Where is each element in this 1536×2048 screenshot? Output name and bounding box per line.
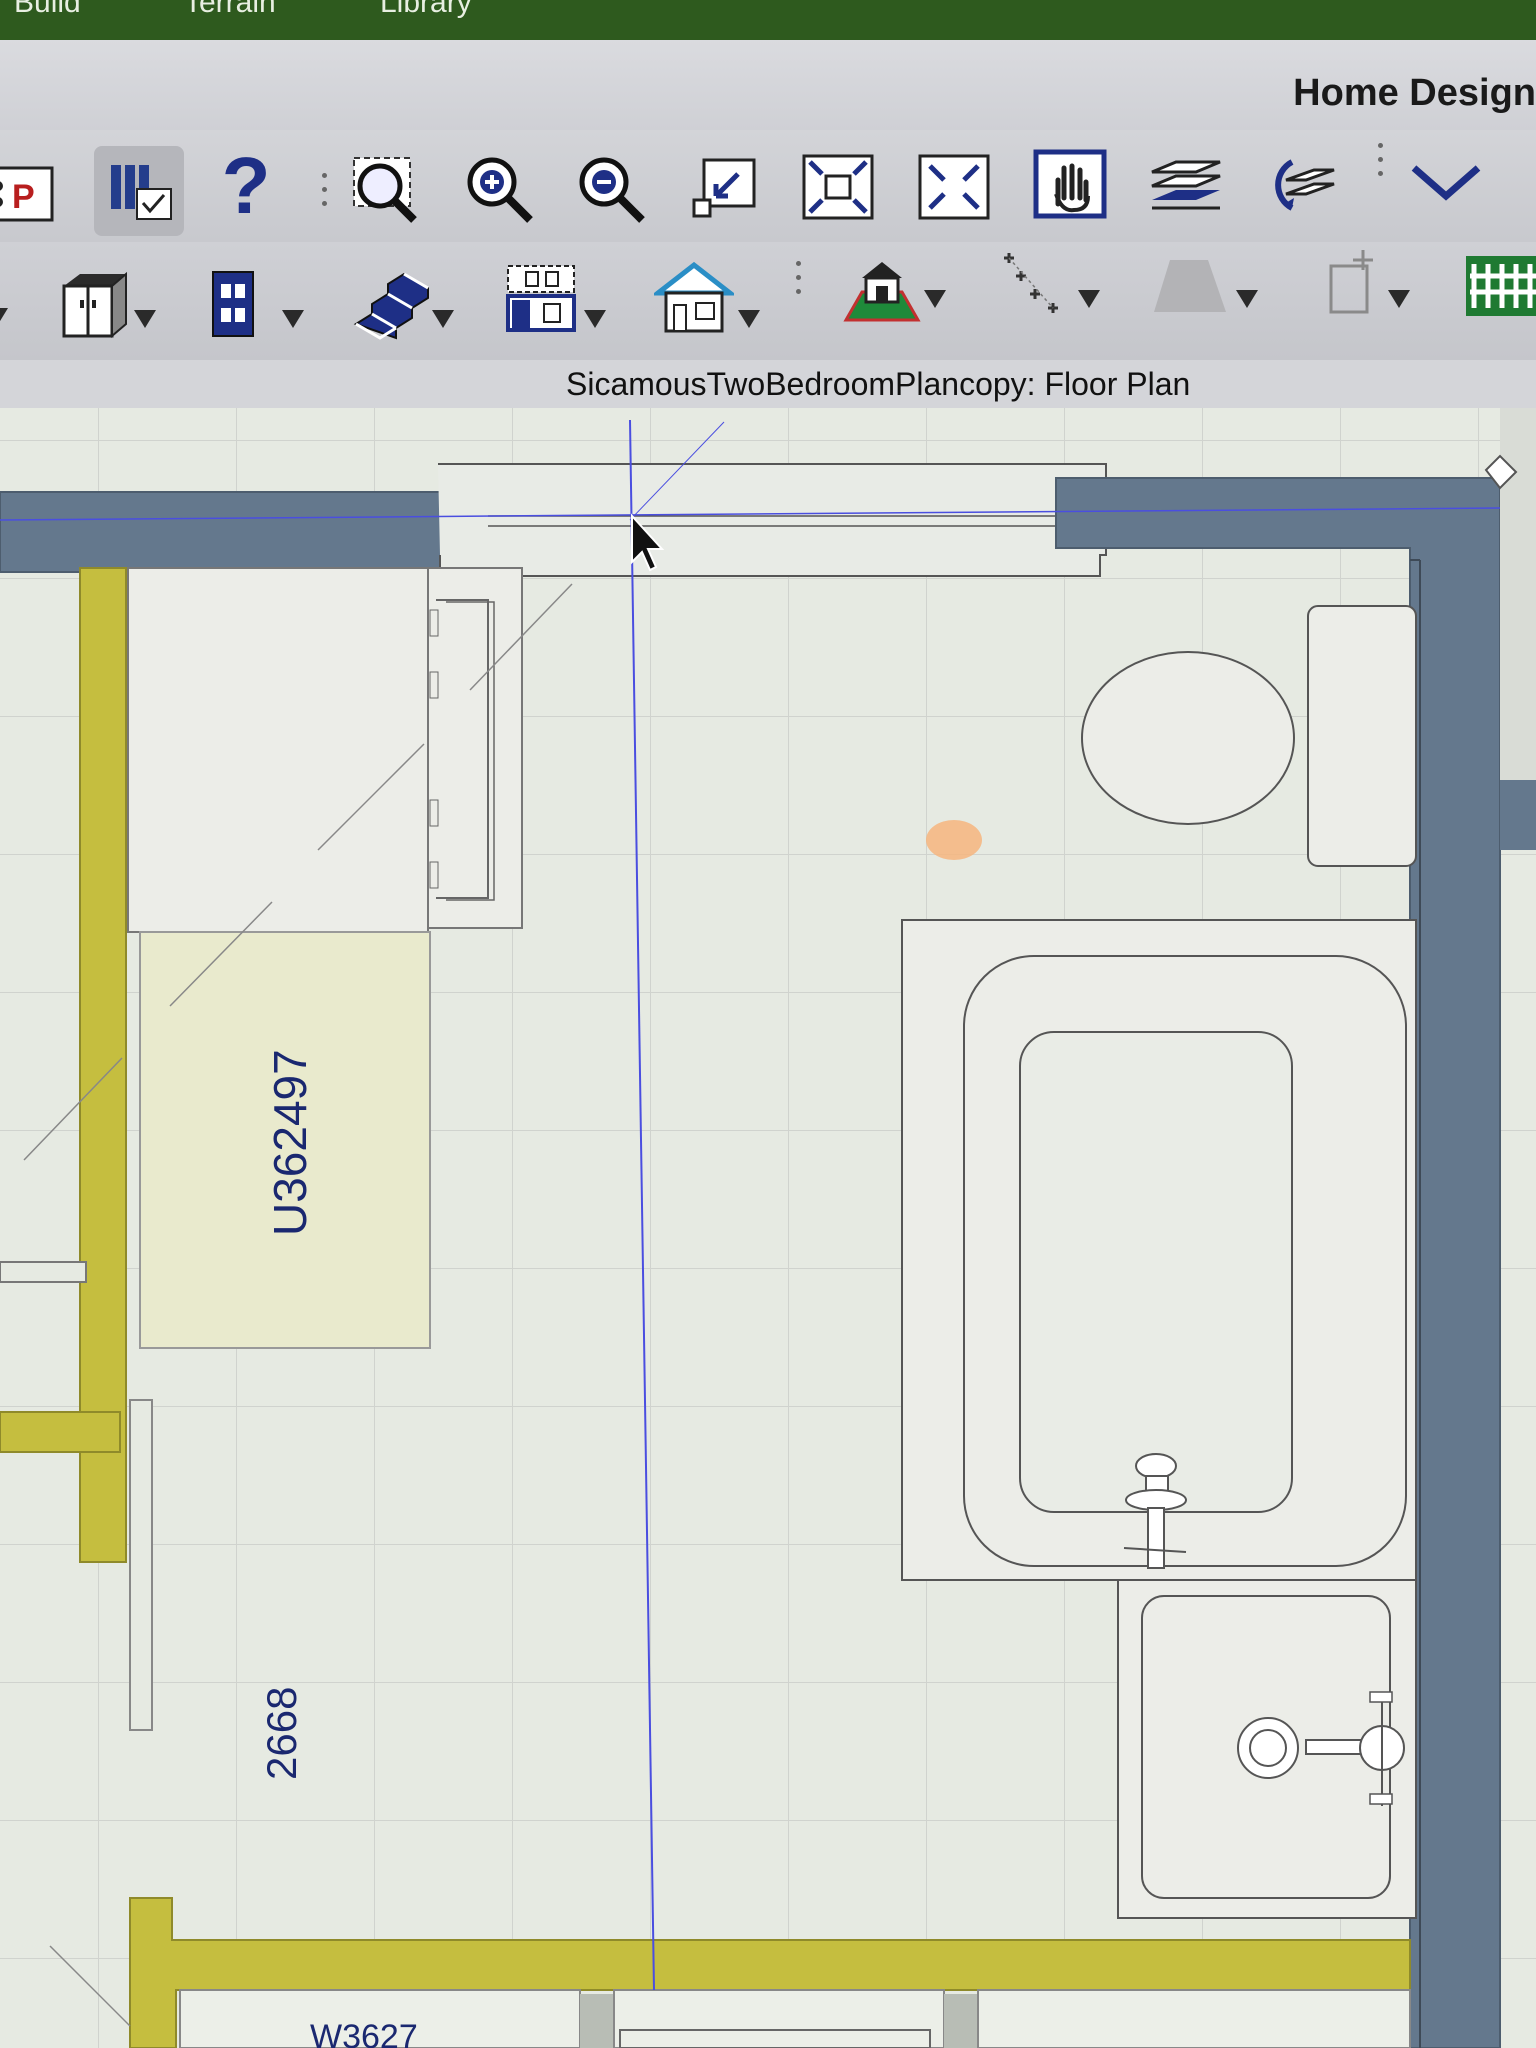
railing-tool-button[interactable] (1464, 244, 1536, 324)
cabinet-code-label[interactable]: U362497 (264, 1049, 316, 1236)
dropdown-caret[interactable] (0, 308, 8, 326)
cabinet-tool-button[interactable] (54, 264, 134, 344)
window-opening[interactable] (438, 463, 1107, 577)
fill-window-building-button[interactable] (914, 148, 994, 228)
help-icon: ? (221, 141, 271, 230)
dropdown-caret[interactable] (134, 310, 156, 328)
points-tool-button[interactable] (996, 248, 1076, 328)
stairs-icon (353, 272, 429, 340)
add-box-icon (1329, 250, 1373, 314)
primary-toolbar: P ? (0, 130, 1536, 243)
interior-wall-left-branch[interactable] (0, 1411, 121, 1453)
cabinet-icon (62, 271, 127, 339)
sink-bowl[interactable] (1237, 1717, 1299, 1779)
roof-tool-button[interactable] (1150, 248, 1230, 328)
drawing-window-titlebar: SicamousTwoBedroomPlancopy: Floor Plan (0, 360, 1536, 409)
screen-glare (926, 820, 982, 860)
cabinet-side[interactable] (427, 567, 523, 929)
fill-window-button[interactable] (798, 148, 878, 228)
app-title: Home Design (1293, 72, 1536, 114)
fill-window-icon (802, 154, 874, 220)
floor-plan-canvas[interactable]: W3627 U362497 2668 (0, 408, 1536, 2048)
terrain-tool-button[interactable] (842, 248, 922, 328)
swap-view-button[interactable] (1262, 146, 1342, 226)
stairs-tool-button[interactable] (352, 264, 432, 344)
house-icon (654, 261, 734, 333)
zoom-in-icon (467, 157, 533, 223)
electrical-tool-button[interactable] (202, 264, 264, 344)
window-code-label[interactable]: W3627 (310, 2018, 418, 2048)
bathtub-basin (1019, 1031, 1293, 1513)
bp-icon: P (0, 166, 54, 222)
dropdown-caret[interactable] (1236, 290, 1258, 308)
electrical-outlet-icon (212, 271, 254, 337)
wall-below (977, 1989, 1411, 2048)
undo-zoom-button[interactable] (684, 148, 764, 228)
railing-icon (1466, 256, 1536, 316)
pan-hand-button[interactable] (1030, 146, 1110, 226)
app-title-bar: Home Design (0, 40, 1536, 130)
help-button[interactable]: ? (206, 146, 286, 226)
wall-opening (0, 1261, 87, 1283)
toolbar-separator (796, 252, 802, 303)
menu-item-terrain[interactable]: Terrain (184, 0, 276, 20)
secondary-toolbar (0, 242, 1536, 362)
svg-text:P: P (12, 178, 35, 216)
floor-plan-drawing[interactable]: W3627 U362497 2668 (0, 408, 1536, 2048)
window-door-tool-button[interactable] (502, 258, 582, 338)
bp-button[interactable]: P (0, 154, 58, 234)
dropdown-caret[interactable] (1388, 290, 1410, 308)
swap-view-icon (1275, 159, 1335, 211)
window-door-icon (506, 265, 576, 332)
add-box-tool-button[interactable] (1318, 242, 1398, 322)
exterior-wall-right-stub (1500, 780, 1536, 850)
dropdown-caret[interactable] (1078, 290, 1100, 308)
toolbar-separator (322, 164, 328, 215)
window-title: SicamousTwoBedroomPlancopy: Floor Plan (566, 366, 1191, 402)
terrain-house-icon (843, 262, 921, 322)
layers-button[interactable] (1146, 146, 1226, 226)
dropdown-caret[interactable] (924, 290, 946, 308)
exterior-wall-top-left[interactable] (0, 491, 489, 573)
checklist-icon (111, 165, 172, 220)
fill-window-building-icon (918, 154, 990, 220)
dropdown-caret[interactable] (584, 310, 606, 328)
toolbar-separator (1378, 134, 1384, 185)
checklist-button[interactable] (94, 146, 184, 236)
wall-below (944, 1994, 978, 2048)
more-tools-button[interactable] (1406, 142, 1486, 222)
roof-shape-icon (1154, 260, 1226, 312)
zoom-button[interactable] (346, 148, 426, 228)
undo-zoom-icon (692, 158, 756, 218)
zoom-out-icon (579, 157, 645, 223)
zoom-in-button[interactable] (458, 148, 538, 228)
zoom-out-button[interactable] (570, 148, 650, 228)
points-icon (1004, 253, 1058, 313)
pan-hand-icon (1033, 149, 1107, 219)
pocket-door[interactable] (129, 1399, 153, 1731)
dropdown-caret[interactable] (282, 310, 304, 328)
menu-item-library[interactable]: Library (380, 0, 472, 20)
menu-item-build[interactable]: Build (14, 0, 81, 20)
wall-cabinet[interactable] (127, 567, 429, 933)
wall-below (580, 1994, 614, 2048)
chevron-down-icon (1411, 165, 1481, 201)
zoom-icon (353, 157, 417, 223)
door-code-label[interactable]: 2668 (258, 1687, 305, 1780)
dropdown-caret[interactable] (738, 310, 760, 328)
toilet-bowl[interactable] (1081, 651, 1295, 825)
layers-icon (1151, 160, 1221, 210)
dropdown-caret[interactable] (432, 310, 454, 328)
house-tool-button[interactable] (654, 258, 734, 338)
toilet-tank[interactable] (1307, 605, 1417, 867)
wall-below (613, 1989, 945, 2048)
